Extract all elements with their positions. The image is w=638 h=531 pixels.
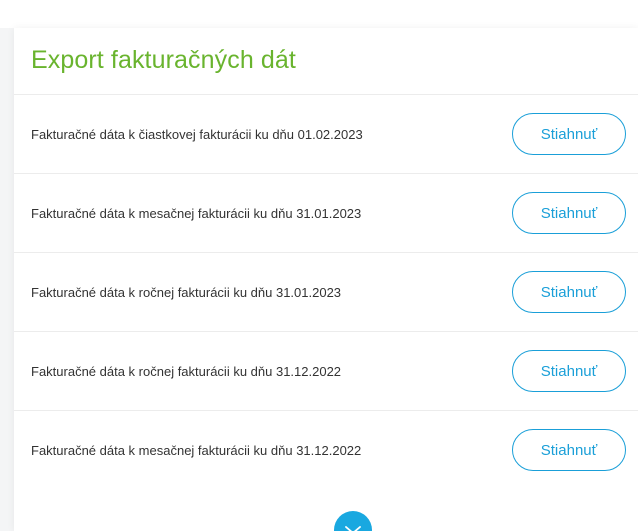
list-item-label: Fakturačné dáta k ročnej fakturácii ku d… xyxy=(31,364,342,379)
download-button[interactable]: Stiahnuť xyxy=(512,350,626,392)
card-title: Export fakturačných dát xyxy=(31,46,296,74)
list-item-label: Fakturačné dáta k čiastkovej fakturácii … xyxy=(31,127,363,142)
export-billing-data-card: Export fakturačných dát Fakturačné dáta … xyxy=(14,28,638,531)
download-button[interactable]: Stiahnuť xyxy=(512,429,626,471)
export-list: Fakturačné dáta k čiastkovej fakturácii … xyxy=(14,94,638,489)
download-button[interactable]: Stiahnuť xyxy=(512,192,626,234)
list-item: Fakturačné dáta k mesačnej fakturácii ku… xyxy=(14,410,638,489)
top-header-strip xyxy=(0,0,638,28)
list-item-label: Fakturačné dáta k mesačnej fakturácii ku… xyxy=(31,443,362,458)
download-button[interactable]: Stiahnuť xyxy=(512,271,626,313)
list-item-label: Fakturačné dáta k mesačnej fakturácii ku… xyxy=(31,206,362,221)
list-item: Fakturačné dáta k ročnej fakturácii ku d… xyxy=(14,252,638,331)
show-more-button[interactable] xyxy=(334,511,372,531)
list-item: Fakturačné dáta k ročnej fakturácii ku d… xyxy=(14,331,638,410)
download-button[interactable]: Stiahnuť xyxy=(512,113,626,155)
list-item: Fakturačné dáta k čiastkovej fakturácii … xyxy=(14,94,638,173)
chevron-down-icon xyxy=(345,526,361,531)
list-item: Fakturačné dáta k mesačnej fakturácii ku… xyxy=(14,173,638,252)
list-item-label: Fakturačné dáta k ročnej fakturácii ku d… xyxy=(31,285,342,300)
